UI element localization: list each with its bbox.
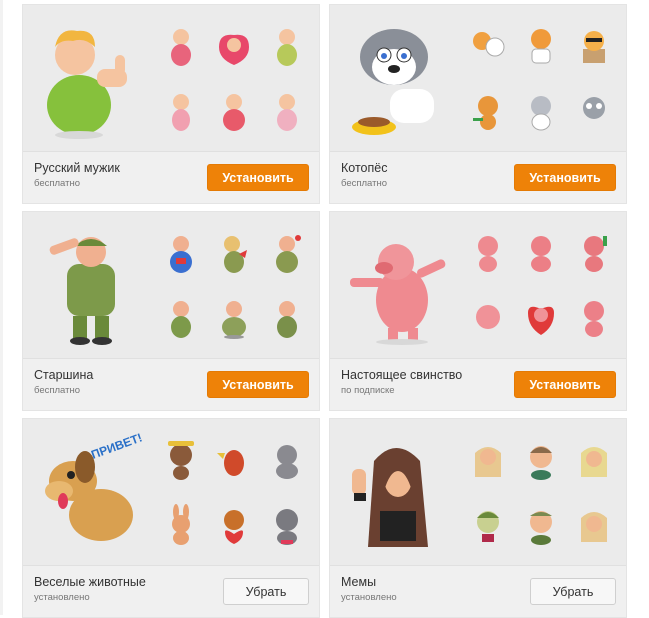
pack-hero-sticker [352, 448, 428, 547]
pack-thumbnails [155, 427, 313, 557]
pack-status: бесплатно [341, 178, 388, 189]
sticker-thumb [477, 510, 500, 542]
sticker-thumb [172, 93, 191, 131]
pack-hero-sticker [47, 30, 127, 139]
pack-title: Старшина [34, 368, 94, 382]
pack-status: установлено [34, 592, 90, 603]
pack-title: Настоящее свинство [341, 368, 463, 382]
pack-preview[interactable] [23, 212, 319, 358]
sticker-pack-card: Котопёс бесплатно Установить [329, 4, 627, 204]
sticker-thumb [223, 235, 247, 273]
pack-title: Русский мужик [34, 161, 120, 175]
card-divider [23, 151, 319, 152]
card-divider [23, 358, 319, 359]
pack-thumbnails [462, 427, 620, 557]
sticker-thumb [529, 510, 552, 545]
sticker-thumb [527, 306, 554, 335]
card-divider [330, 151, 626, 152]
sticker-thumb [275, 508, 298, 545]
sticker-pack-card: ПРИВЕТ! Веселые животные установлено Убр… [22, 418, 320, 618]
pack-status: по подписке [341, 385, 395, 396]
install-button[interactable]: Установить [514, 164, 616, 191]
sticker-thumb [216, 449, 244, 476]
install-button[interactable]: Установить [207, 371, 309, 398]
card-divider [23, 565, 319, 566]
sticker-thumb [168, 440, 195, 480]
pack-preview[interactable] [23, 5, 319, 151]
sticker-thumb [473, 95, 499, 130]
remove-button[interactable]: Убрать [530, 578, 616, 605]
sticker-pack-card: Старшина бесплатно Установить [22, 211, 320, 411]
sticker-thumb [582, 96, 605, 119]
sticker-thumb [583, 300, 604, 337]
sticker-thumb [478, 235, 499, 272]
sticker-thumb [530, 28, 551, 63]
hero-greeting-text: ПРИВЕТ! [89, 431, 144, 462]
pack-thumbnails [155, 13, 313, 143]
sticker-thumb [223, 509, 244, 544]
pack-title: Веселые животные [34, 575, 146, 589]
sticker-thumb [218, 34, 249, 65]
remove-button[interactable]: Убрать [223, 578, 309, 605]
card-divider [330, 358, 626, 359]
sticker-thumb [171, 28, 192, 66]
sticker-thumb [276, 28, 297, 66]
pack-title: Котопёс [341, 161, 388, 175]
pack-status: установлено [341, 592, 397, 603]
page-edge [0, 0, 3, 615]
pack-status: бесплатно [34, 385, 81, 396]
pack-preview[interactable] [330, 419, 626, 565]
sticker-pack-card: Мемы установлено Убрать [329, 418, 627, 618]
pack-preview[interactable] [330, 212, 626, 358]
sticker-thumb [475, 446, 502, 477]
sticker-thumb [222, 93, 245, 131]
sticker-thumb [170, 235, 193, 273]
sticker-thumb [171, 300, 192, 338]
pack-preview[interactable] [330, 5, 626, 151]
install-button[interactable]: Установить [514, 371, 616, 398]
sticker-thumb [580, 446, 607, 477]
sticker-thumb [221, 300, 246, 339]
sticker-thumb [172, 503, 191, 545]
sticker-pack-card: Русский мужик бесплатно Установить [22, 4, 320, 204]
sticker-thumb [530, 235, 551, 272]
pack-hero-sticker: ПРИВЕТ! [45, 431, 144, 541]
sticker-pack-card: Настоящее свинство по подписке Установит… [329, 211, 627, 411]
sticker-thumb [275, 234, 301, 273]
sticker-thumb [530, 95, 551, 130]
sticker-thumb [473, 31, 505, 56]
pack-status: бесплатно [34, 178, 81, 189]
sticker-thumb [275, 444, 298, 479]
pack-thumbnails [462, 220, 620, 350]
pack-thumbnails [155, 220, 313, 350]
install-button[interactable]: Установить [207, 164, 309, 191]
pack-title: Мемы [341, 575, 377, 589]
sticker-thumb [276, 93, 297, 131]
sticker-thumb [582, 30, 605, 63]
sticker-thumb [529, 445, 552, 480]
sticker-thumb [583, 235, 607, 272]
pack-thumbnails [462, 13, 620, 143]
sticker-thumb [580, 511, 607, 542]
sticker-thumb [276, 300, 297, 338]
pack-hero-sticker [350, 244, 446, 345]
card-divider [330, 565, 626, 566]
pack-preview[interactable]: ПРИВЕТ! [23, 419, 319, 565]
pack-hero-sticker [352, 29, 434, 135]
pack-hero-sticker [49, 237, 115, 345]
sticker-pack-grid: Русский мужик бесплатно Установить Котоп… [22, 4, 627, 618]
sticker-thumb [476, 304, 501, 329]
